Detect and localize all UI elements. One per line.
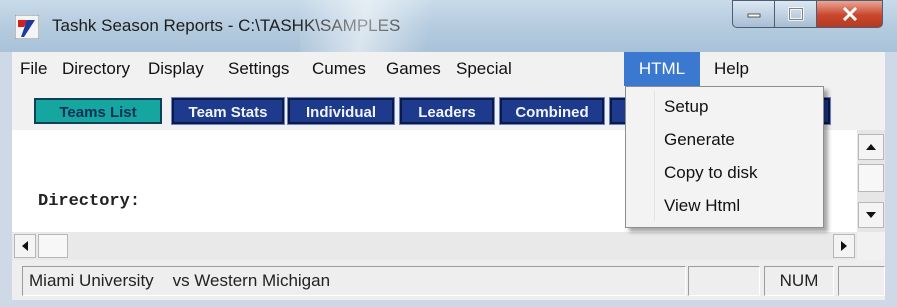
menu-gutter	[654, 91, 655, 221]
window-controls	[732, 0, 884, 30]
menu-bar: File Directory Display Settings Cumes Ga…	[12, 52, 885, 86]
down-arrow-icon	[866, 212, 876, 218]
title-bar[interactable]: Tashk Season Reports - C:\TASHK\SAMPLES	[0, 0, 897, 52]
teams-list-button[interactable]: Teams List	[34, 98, 162, 124]
app-icon	[15, 15, 39, 39]
status-message: Miami University vs Western Michigan	[22, 266, 686, 296]
status-bar: Miami University vs Western Michigan NUM	[12, 260, 885, 300]
scroll-left-button[interactable]	[14, 234, 36, 258]
scroll-up-button[interactable]	[858, 134, 884, 160]
menu-cumes[interactable]: Cumes	[304, 52, 374, 86]
close-button[interactable]	[817, 0, 883, 28]
team-stats-button[interactable]: Team Stats	[171, 97, 285, 125]
menu-display[interactable]: Display	[140, 52, 212, 86]
directory-label: Directory:	[38, 192, 141, 211]
menu-games[interactable]: Games	[378, 52, 449, 86]
status-pane-empty	[688, 266, 760, 296]
scrollbar-corner	[857, 232, 885, 260]
combined-button[interactable]: Combined	[499, 97, 605, 125]
left-arrow-icon	[22, 241, 28, 251]
vertical-scrollbar[interactable]	[857, 130, 885, 232]
horizontal-scrollbar[interactable]	[12, 232, 857, 260]
num-lock-indicator: NUM	[764, 266, 834, 296]
menu-item-generate[interactable]: Generate	[664, 130, 735, 150]
scroll-down-button[interactable]	[858, 202, 884, 228]
hscroll-thumb[interactable]	[38, 234, 68, 258]
menu-item-copy-to-disk[interactable]: Copy to disk	[664, 163, 758, 183]
maximize-icon	[787, 7, 804, 21]
menu-item-view-html[interactable]: View Html	[664, 196, 740, 216]
minimize-icon	[747, 13, 760, 18]
menu-directory[interactable]: Directory	[54, 52, 138, 86]
html-menu-dropdown: Setup Generate Copy to disk View Html	[625, 86, 824, 228]
scroll-right-button[interactable]	[833, 234, 855, 258]
individual-button[interactable]: Individual	[287, 97, 395, 125]
status-pane-extra	[838, 266, 885, 296]
menu-help[interactable]: Help	[706, 52, 757, 86]
app-window: Tashk Season Reports - C:\TASHK\SAMPLES …	[0, 0, 897, 307]
minimize-button[interactable]	[732, 0, 775, 28]
close-icon	[842, 7, 857, 21]
scroll-thumb[interactable]	[858, 164, 884, 192]
up-arrow-icon	[866, 144, 876, 150]
leaders-button[interactable]: Leaders	[399, 97, 495, 125]
window-title: Tashk Season Reports - C:\TASHK\SAMPLES	[52, 16, 401, 35]
menu-html[interactable]: HTML	[624, 52, 700, 86]
menu-special[interactable]: Special	[448, 52, 520, 86]
maximize-button[interactable]	[775, 0, 817, 28]
menu-settings[interactable]: Settings	[220, 52, 297, 86]
menu-item-setup[interactable]: Setup	[664, 97, 708, 117]
right-arrow-icon	[841, 241, 847, 251]
menu-file[interactable]: File	[12, 52, 55, 86]
